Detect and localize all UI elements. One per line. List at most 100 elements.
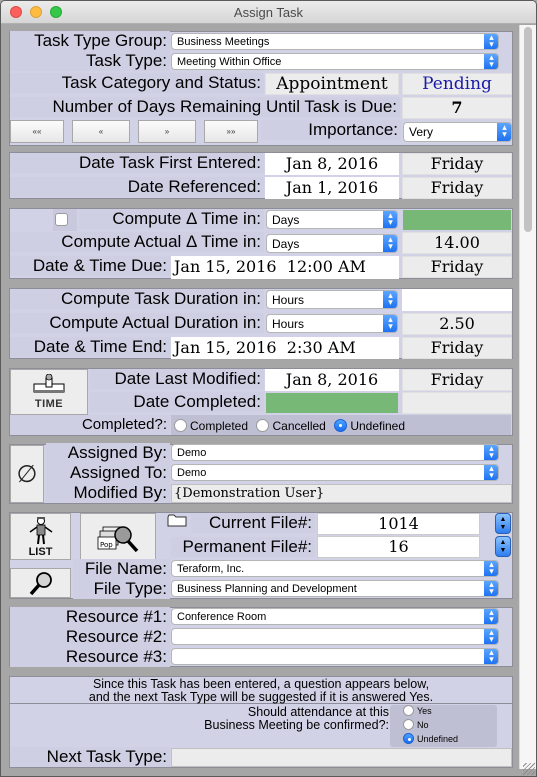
radio-button[interactable]: [403, 719, 414, 730]
resource-3-select[interactable]: [171, 648, 499, 665]
assigned-by-value: Demo: [177, 447, 207, 459]
title-bar[interactable]: Assign Task: [1, 1, 536, 24]
null-set-icon: ∅: [16, 461, 38, 488]
date-referenced-label: Date Referenced:: [10, 177, 264, 197]
assigned-to-label: Assigned To:: [46, 463, 170, 483]
chevron-updown-icon: [484, 34, 498, 49]
time-button-label: TIME: [34, 398, 64, 410]
file-type-value: Business Planning and Development: [177, 583, 357, 595]
scrollbar-thumb[interactable]: [524, 27, 532, 232]
chevron-updown-icon: [484, 609, 498, 624]
completed-radio-completed[interactable]: Completed: [174, 419, 248, 433]
permanent-file-field[interactable]: 16: [317, 536, 480, 558]
date-completed-label: Date Completed:: [90, 392, 264, 412]
question-radio-yes[interactable]: Yes: [403, 705, 493, 719]
pop-search-button[interactable]: Pop: [80, 513, 156, 560]
chevron-updown-icon: [383, 315, 397, 332]
folder-icon: [167, 514, 187, 527]
chevron-updown-icon: [484, 629, 498, 644]
time-stamp-icon: [33, 374, 65, 393]
date-time-end-label: Date & Time End:: [10, 337, 170, 357]
question-radio-undefined[interactable]: Undefined: [403, 733, 493, 747]
chevron-updown-icon: [484, 445, 498, 460]
radio-button[interactable]: [256, 419, 270, 432]
date-time-due-field[interactable]: Jan 15, 2016 12:00 AM: [171, 256, 399, 279]
assigned-to-select[interactable]: Demo: [171, 464, 499, 481]
resource-1-value: Conference Room: [177, 611, 267, 623]
resource-1-select[interactable]: Conference Room: [171, 608, 499, 625]
modified-by-field: {Demonstration User}: [171, 484, 512, 503]
completed-radio-undefined[interactable]: Undefined: [334, 419, 405, 433]
compute-delta-checkbox[interactable]: [55, 213, 68, 226]
chevron-updown-icon: [497, 123, 511, 141]
date-time-end-day: Friday: [402, 337, 512, 359]
search-button[interactable]: [10, 568, 71, 598]
chevron-updown-icon: [484, 561, 498, 576]
radio-button[interactable]: [403, 705, 414, 716]
date-first-entered-label: Date Task First Entered:: [10, 153, 264, 173]
next-record-button[interactable]: »: [138, 120, 196, 143]
compute-delta-label: Compute Δ Time in:: [79, 209, 264, 229]
assign-task-window: Assign Task Task Type Group: Business Me…: [0, 0, 537, 777]
radio-button-selected[interactable]: [334, 419, 348, 432]
compute-duration-select[interactable]: Hours: [266, 290, 398, 309]
date-first-entered-field[interactable]: Jan 8, 2016: [265, 153, 399, 175]
date-last-modified-label: Date Last Modified:: [90, 369, 264, 389]
resource-2-select[interactable]: [171, 628, 499, 645]
date-completed-field[interactable]: [266, 393, 398, 413]
compute-delta-value: Days: [272, 213, 300, 227]
clear-assignment-button[interactable]: ∅: [10, 445, 44, 503]
days-remaining-label: Number of Days Remaining Until Task is D…: [10, 97, 400, 117]
date-first-entered-day: Friday: [402, 153, 512, 175]
current-file-stepper[interactable]: ▲ ▼: [495, 513, 511, 534]
assigned-by-select[interactable]: Demo: [171, 444, 499, 461]
chevron-updown-icon: [484, 581, 498, 596]
date-referenced-field[interactable]: Jan 1, 2016: [265, 177, 399, 199]
date-time-end-field[interactable]: Jan 15, 2016 2:30 AM: [171, 337, 399, 359]
first-record-button[interactable]: ««: [10, 120, 64, 143]
last-record-button[interactable]: »»: [204, 120, 258, 143]
importance-value: Very: [409, 125, 434, 139]
compute-actual-delta-value: Days: [272, 237, 300, 251]
task-category-status-label: Task Category and Status:: [10, 73, 264, 93]
magnifier-icon: [29, 572, 52, 596]
question-radio-no[interactable]: No: [403, 719, 493, 733]
completed-label: Completed?:: [10, 415, 170, 435]
pop-files-search-icon: Pop: [97, 526, 139, 553]
previous-record-button[interactable]: «: [72, 120, 130, 143]
compute-delta-select[interactable]: Days: [266, 210, 398, 229]
assigned-by-label: Assigned By:: [46, 443, 170, 463]
date-last-modified-field[interactable]: Jan 8, 2016: [265, 369, 399, 391]
resize-grip-icon[interactable]: [523, 763, 535, 775]
completed-radio-cancelled[interactable]: Cancelled: [256, 419, 326, 433]
radio-button-selected[interactable]: [403, 733, 414, 744]
importance-label: Importance:: [261, 120, 401, 140]
chevron-updown-icon: [484, 465, 498, 480]
compute-actual-duration-value: Hours: [272, 317, 305, 331]
modified-by-label: Modified By:: [46, 483, 170, 503]
compute-actual-duration-select[interactable]: Hours: [266, 314, 398, 333]
file-name-label: File Name:: [73, 559, 170, 579]
importance-select[interactable]: Very: [403, 122, 512, 142]
date-completed-day: [402, 392, 512, 414]
assigned-to-value: Demo: [177, 467, 207, 479]
file-name-value: Teraform, Inc.: [177, 563, 245, 575]
permanent-file-stepper[interactable]: ▲ ▼: [495, 536, 511, 557]
file-type-select[interactable]: Business Planning and Development: [171, 580, 499, 597]
task-type-group-select[interactable]: Business Meetings: [171, 33, 499, 50]
compute-actual-duration-label: Compute Actual Duration in:: [10, 313, 264, 333]
task-type-select[interactable]: Meeting Within Office: [171, 53, 499, 70]
compute-actual-delta-select[interactable]: Days: [266, 234, 398, 253]
task-type-group-value: Business Meetings: [177, 36, 270, 48]
permanent-file-label: Permanent File#:: [171, 537, 315, 557]
task-type-label: Task Type:: [10, 51, 170, 71]
compute-delta-result: [403, 210, 511, 230]
radio-button[interactable]: [174, 419, 187, 432]
task-type-group-label: Task Type Group:: [10, 31, 170, 51]
question-prompt-line-2: Business Meeting be confirmed?:: [204, 718, 389, 732]
list-button[interactable]: LIST: [10, 513, 71, 560]
chevron-updown-icon: [383, 291, 397, 308]
file-name-select[interactable]: Teraform, Inc.: [171, 560, 499, 577]
current-file-field[interactable]: 1014: [317, 513, 480, 535]
time-button[interactable]: TIME: [10, 369, 88, 415]
